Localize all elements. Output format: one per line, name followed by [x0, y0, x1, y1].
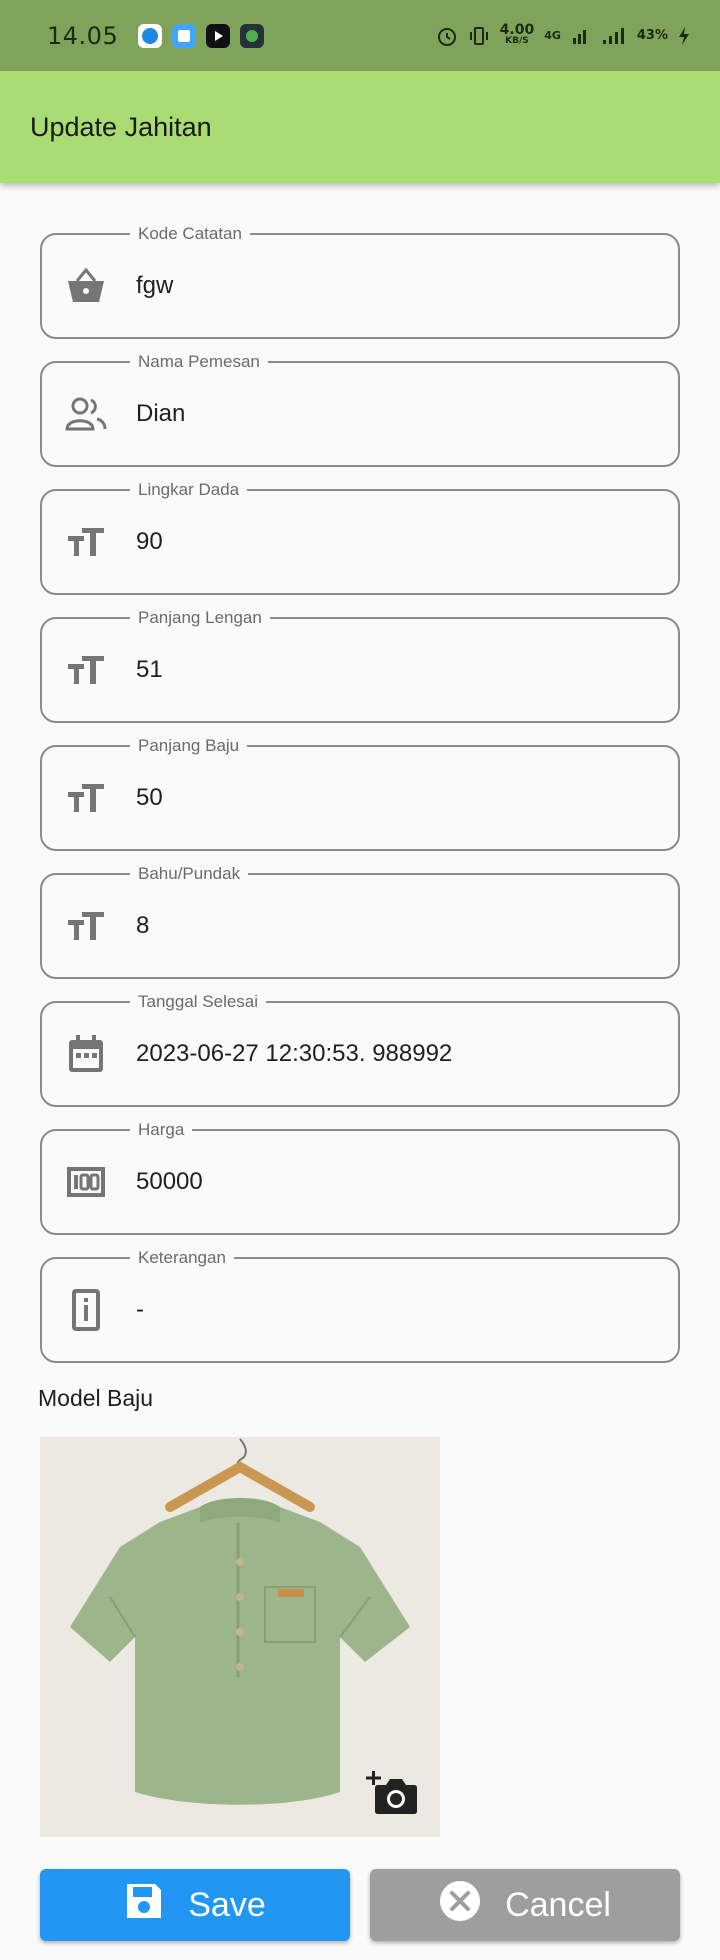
field-value: 8	[136, 912, 150, 939]
field-value: fgw	[136, 272, 174, 299]
field-value: Dian	[136, 400, 186, 427]
panjang-lengan-field[interactable]: Panjang Lengan 51	[40, 608, 680, 723]
field-value: 50000	[136, 1168, 203, 1195]
people-icon	[64, 392, 108, 436]
page-title: Update Jahitan	[30, 111, 212, 142]
save-label: Save	[188, 1885, 266, 1924]
field-value: 90	[136, 528, 163, 555]
field-label: Panjang Lengan	[130, 608, 270, 628]
battery-level: 43%	[636, 28, 668, 43]
keterangan-field[interactable]: Keterangan -	[40, 1248, 680, 1363]
field-value: 2023-06-27 12:30:53. 988992	[136, 1040, 453, 1067]
messenger-notification-icon	[138, 23, 163, 48]
money-100-icon	[64, 1160, 108, 1204]
vpn-notification-icon	[240, 23, 265, 48]
cancel-button[interactable]: Cancel	[370, 1869, 680, 1941]
model-baju-title: Model Baju	[38, 1385, 154, 1411]
signal-icon-2	[602, 27, 624, 44]
network-type: 4G	[544, 29, 561, 42]
calendar-icon	[64, 1032, 108, 1076]
model-photo[interactable]	[40, 1437, 440, 1837]
lingkar-dada-field[interactable]: Lingkar Dada 90	[40, 480, 680, 595]
field-value: -	[136, 1296, 144, 1323]
field-label: Harga	[130, 1120, 193, 1140]
field-label: Kode Catatan	[130, 224, 250, 244]
tanggal-selesai-field[interactable]: Tanggal Selesai 2023-06-27 12:30:53. 988…	[40, 992, 680, 1107]
status-time: 14.05	[47, 21, 119, 50]
signal-icon	[572, 29, 586, 44]
text-size-icon	[64, 648, 108, 692]
field-value: 51	[136, 656, 163, 683]
field-label: Keterangan	[130, 1248, 234, 1268]
field-label: Tanggal Selesai	[130, 992, 267, 1012]
field-label: Nama Pemesan	[130, 352, 268, 372]
alarm-icon	[437, 27, 456, 46]
status-icons: 4.00 KB/S 4G 43%	[436, 21, 690, 47]
app-notification-icon	[172, 23, 197, 48]
vibrate-icon	[469, 26, 488, 45]
basket-icon	[64, 264, 108, 308]
app-bar: Update Jahitan	[0, 71, 720, 183]
text-size-icon	[64, 904, 108, 948]
field-value: 50	[136, 784, 163, 811]
field-label: Panjang Baju	[130, 736, 248, 756]
info-icon	[64, 1288, 108, 1332]
text-size-icon	[64, 776, 108, 820]
kode-catatan-field[interactable]: Kode Catatan fgw	[40, 224, 680, 339]
cancel-label: Cancel	[505, 1885, 611, 1924]
text-size-icon	[64, 520, 108, 564]
cancel-icon	[439, 1880, 481, 1931]
harga-field[interactable]: Harga 50000	[40, 1120, 680, 1235]
bahu-pundak-field[interactable]: Bahu/Pundak 8	[40, 864, 680, 979]
save-icon	[124, 1881, 164, 1930]
charging-icon	[679, 26, 689, 45]
status-bar: 14.05 4.00 KB/S 4G 43%	[0, 0, 720, 71]
net-speed: 4.00 KB/S	[499, 21, 535, 46]
youtube-notification-icon	[206, 23, 231, 48]
save-button[interactable]: Save	[40, 1869, 350, 1941]
field-label: Lingkar Dada	[130, 480, 248, 500]
field-label: Bahu/Pundak	[130, 864, 249, 884]
add-photo-icon[interactable]	[366, 1769, 418, 1815]
panjang-baju-field[interactable]: Panjang Baju 50	[40, 736, 680, 851]
nama-pemesan-field[interactable]: Nama Pemesan Dian	[40, 352, 680, 467]
